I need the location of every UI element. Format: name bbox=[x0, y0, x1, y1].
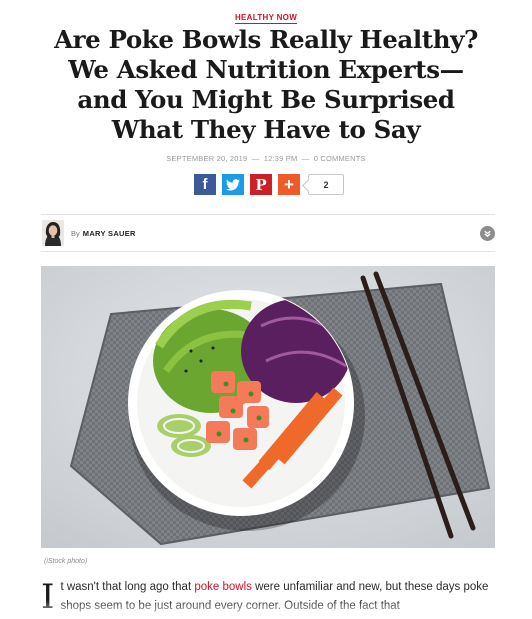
article-hero-image bbox=[41, 266, 495, 548]
category-tag[interactable]: HEALTHY NOW bbox=[0, 7, 532, 25]
poke-bowls-link[interactable]: poke bowls bbox=[194, 581, 252, 593]
share-bar: f P + 2 bbox=[194, 174, 344, 195]
publish-date: SEPTEMBER 20, 2019 bbox=[166, 154, 248, 163]
pinterest-share-button[interactable]: P bbox=[250, 174, 272, 195]
chevron-down-icon[interactable] bbox=[480, 226, 495, 241]
facebook-icon: f bbox=[202, 176, 208, 193]
title-line: Are Poke Bowls Really Healthy? bbox=[54, 25, 478, 54]
comments-link[interactable]: 0 COMMENTS bbox=[314, 154, 366, 163]
share-count: 2 bbox=[308, 174, 344, 195]
title-line: What They Have to Say bbox=[111, 115, 421, 144]
facebook-share-button[interactable]: f bbox=[194, 174, 216, 195]
category-label[interactable]: HEALTHY NOW bbox=[234, 13, 298, 24]
body-text-segment: t wasn't that long ago that bbox=[60, 581, 195, 593]
author-byline: By MARY SAUER bbox=[41, 214, 495, 252]
byline-prefix: By bbox=[71, 228, 80, 238]
more-share-button[interactable]: + bbox=[278, 174, 300, 195]
photo-caption: (iStock photo) bbox=[44, 558, 88, 565]
pinterest-icon: P bbox=[255, 175, 267, 194]
title-line: We Asked Nutrition Experts— bbox=[68, 55, 464, 84]
meta-separator: — bbox=[301, 154, 310, 163]
plus-icon: + bbox=[284, 174, 294, 194]
publish-time: 12:39 PM bbox=[263, 154, 298, 163]
meta-separator: — bbox=[251, 154, 260, 163]
article-meta: SEPTEMBER 20, 2019 — 12:39 PM — 0 COMMEN… bbox=[0, 154, 532, 163]
twitter-icon bbox=[226, 178, 240, 191]
poke-bowl-photo bbox=[41, 266, 495, 548]
twitter-share-button[interactable] bbox=[222, 174, 244, 195]
article-title: Are Poke Bowls Really Healthy? We Asked … bbox=[20, 25, 512, 145]
author-name[interactable]: MARY SAUER bbox=[83, 229, 136, 238]
author-photo bbox=[42, 220, 64, 246]
title-line: and You Might Be Surprised bbox=[77, 85, 455, 114]
author-avatar[interactable] bbox=[42, 220, 64, 246]
bottom-fade bbox=[0, 600, 532, 619]
share-count-value: 2 bbox=[323, 179, 329, 190]
